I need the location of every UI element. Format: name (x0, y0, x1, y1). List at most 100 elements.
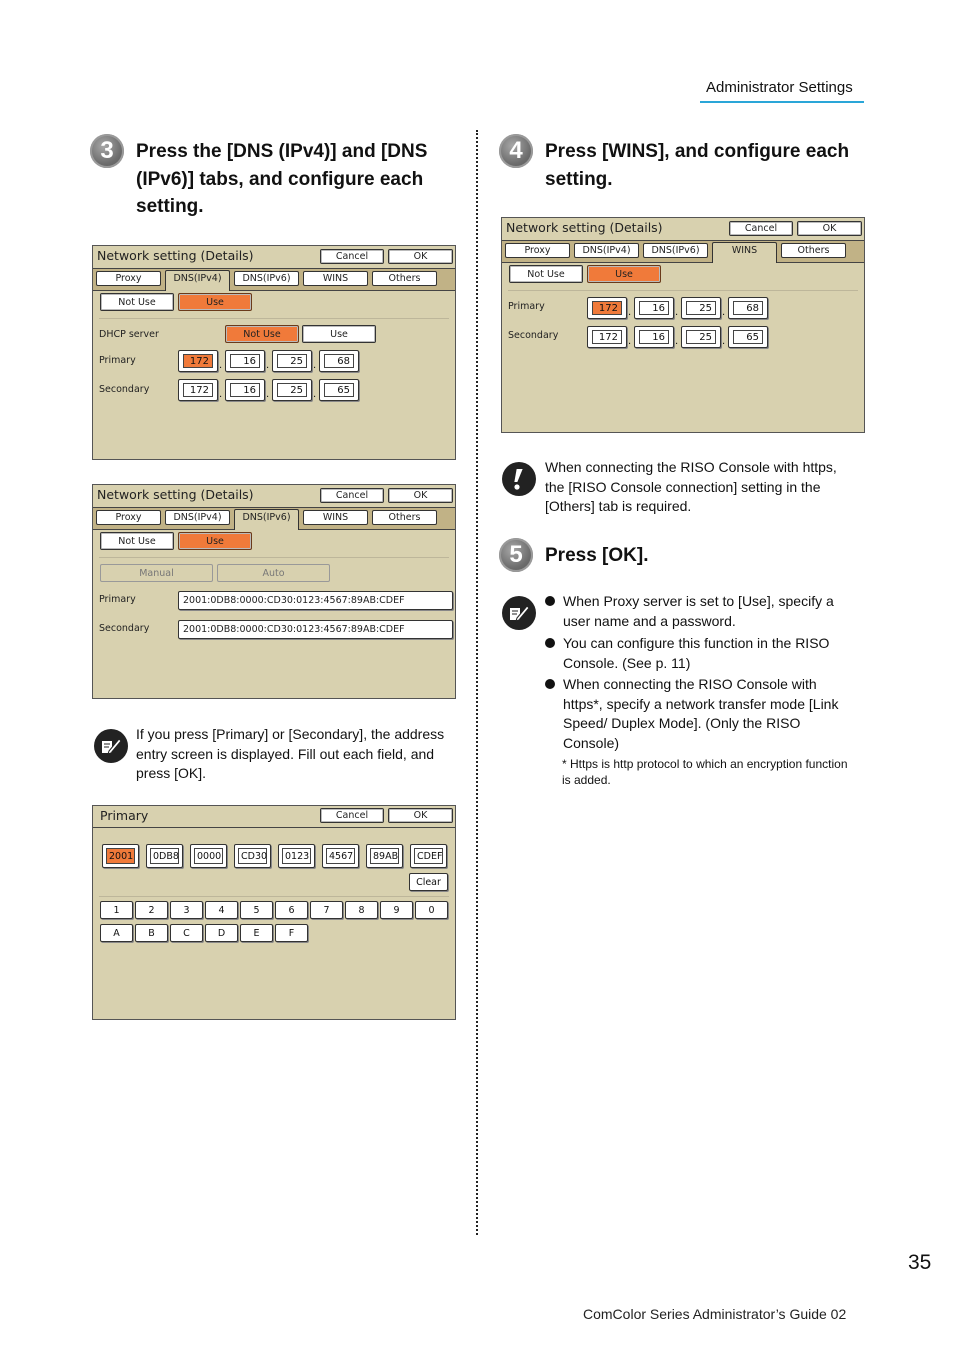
tab-dns-ipv4[interactable]: DNS(IPv4) (165, 510, 230, 525)
segment-4[interactable]: CD30 (234, 844, 271, 868)
key-c[interactable]: C (170, 924, 203, 942)
secondary-octet-2[interactable]: 16 (225, 379, 265, 401)
use-button[interactable]: Use (587, 265, 661, 283)
step-3-title: Press the [DNS (IPv4)] and [DNS (IPv6)] … (136, 141, 428, 217)
dhcp-server-label: DHCP server (99, 329, 159, 340)
primary-octet-2[interactable]: 16 (634, 297, 674, 319)
column-divider (476, 130, 478, 1235)
cancel-button[interactable]: Cancel (320, 808, 384, 823)
secondary-label[interactable]: Secondary (99, 623, 149, 634)
primary-octet-3[interactable]: 25 (681, 297, 721, 319)
key-8[interactable]: 8 (345, 901, 378, 919)
title-separator (93, 827, 455, 828)
tab-others[interactable]: Others (372, 271, 437, 286)
not-use-button[interactable]: Not Use (100, 532, 174, 550)
key-2[interactable]: 2 (135, 901, 168, 919)
use-button[interactable]: Use (178, 532, 252, 550)
not-use-button[interactable]: Not Use (100, 293, 174, 311)
step-5-title: Press [OK]. (545, 545, 649, 566)
page-number: 35 (908, 1251, 932, 1274)
tab-others[interactable]: Others (781, 243, 846, 258)
not-use-button[interactable]: Not Use (509, 265, 583, 283)
secondary-label[interactable]: Secondary (508, 330, 558, 341)
bullet-icon (545, 596, 555, 606)
bullet-icon (545, 638, 555, 648)
network-setting-dns-ipv6-panel: Network setting (Details) Cancel OK Prox… (92, 484, 456, 699)
manual-button[interactable]: Manual (100, 564, 213, 582)
secondary-octet-1[interactable]: 172 (178, 379, 218, 401)
section-header: Administrator Settings (706, 79, 853, 96)
ok-button[interactable]: OK (797, 221, 862, 236)
tab-others[interactable]: Others (372, 510, 437, 525)
primary-octet-3[interactable]: 25 (272, 350, 312, 372)
key-3[interactable]: 3 (170, 901, 203, 919)
tab-proxy[interactable]: Proxy (96, 271, 161, 286)
primary-label[interactable]: Primary (99, 594, 136, 605)
key-5[interactable]: 5 (240, 901, 273, 919)
panel-title: Network setting (Details) (97, 487, 254, 502)
primary-octet-4[interactable]: 68 (319, 350, 359, 372)
tab-dns-ipv4[interactable]: DNS(IPv4) (574, 243, 639, 258)
tab-dns-ipv4[interactable]: DNS(IPv4) (165, 270, 230, 291)
secondary-label[interactable]: Secondary (99, 384, 149, 395)
key-9[interactable]: 9 (380, 901, 413, 919)
ok-button[interactable]: OK (388, 808, 453, 823)
tab-dns-ipv6[interactable]: DNS(IPv6) (643, 243, 708, 258)
segment-1[interactable]: 2001 (102, 844, 139, 868)
dhcp-not-use-button[interactable]: Not Use (225, 325, 299, 343)
secondary-octet-3[interactable]: 25 (272, 379, 312, 401)
key-7[interactable]: 7 (310, 901, 343, 919)
secondary-octet-4[interactable]: 65 (728, 326, 768, 348)
segment-8[interactable]: CDEF (410, 844, 447, 868)
secondary-octet-3[interactable]: 25 (681, 326, 721, 348)
footer-text: ComColor Series Administrator’s Guide 02 (583, 1306, 847, 1322)
primary-label[interactable]: Primary (99, 355, 136, 366)
segment-5[interactable]: 0123 (278, 844, 315, 868)
primary-octet-2[interactable]: 16 (225, 350, 265, 372)
tab-bar: Proxy DNS(IPv4) DNS(IPv6) WINS Others (502, 240, 864, 263)
key-0[interactable]: 0 (415, 901, 448, 919)
primary-octet-1[interactable]: 172 (587, 297, 627, 319)
key-4[interactable]: 4 (205, 901, 238, 919)
ok-button[interactable]: OK (388, 488, 453, 503)
use-button[interactable]: Use (178, 293, 252, 311)
secondary-octet-1[interactable]: 172 (587, 326, 627, 348)
cancel-button[interactable]: Cancel (320, 249, 384, 264)
tab-dns-ipv6[interactable]: DNS(IPv6) (234, 271, 299, 286)
primary-label[interactable]: Primary (508, 301, 545, 312)
tab-proxy[interactable]: Proxy (96, 510, 161, 525)
key-a[interactable]: A (100, 924, 133, 942)
separator (99, 896, 449, 897)
primary-octet-1[interactable]: 172 (178, 350, 218, 372)
key-6[interactable]: 6 (275, 901, 308, 919)
segment-7[interactable]: 89AB (366, 844, 403, 868)
step-4-title: Press [WINS], and configure each setting… (545, 141, 850, 190)
tab-proxy[interactable]: Proxy (505, 243, 570, 258)
secondary-octet-2[interactable]: 16 (634, 326, 674, 348)
key-f[interactable]: F (275, 924, 308, 942)
key-e[interactable]: E (240, 924, 273, 942)
clear-button[interactable]: Clear (409, 873, 448, 891)
auto-button[interactable]: Auto (217, 564, 330, 582)
tab-wins[interactable]: WINS (303, 271, 368, 286)
segment-6[interactable]: 4567 (322, 844, 359, 868)
tab-wins[interactable]: WINS (303, 510, 368, 525)
tab-wins[interactable]: WINS (712, 242, 777, 263)
panel-title: Network setting (Details) (506, 220, 663, 235)
network-setting-dns-ipv4-panel: Network setting (Details) Cancel OK Prox… (92, 245, 456, 460)
primary-ipv6-field[interactable]: 2001:0DB8:0000:CD30:0123:4567:89AB:CDEF (178, 591, 453, 610)
key-d[interactable]: D (205, 924, 238, 942)
dhcp-use-button[interactable]: Use (302, 325, 376, 343)
key-1[interactable]: 1 (100, 901, 133, 919)
primary-octet-4[interactable]: 68 (728, 297, 768, 319)
segment-2[interactable]: 0DB8 (146, 844, 183, 868)
key-b[interactable]: B (135, 924, 168, 942)
secondary-ipv6-field[interactable]: 2001:0DB8:0000:CD30:0123:4567:89AB:CDEF (178, 620, 453, 639)
segment-3[interactable]: 0000 (190, 844, 227, 868)
cancel-button[interactable]: Cancel (729, 221, 793, 236)
step-5-badge: 5 (499, 538, 533, 572)
secondary-octet-4[interactable]: 65 (319, 379, 359, 401)
cancel-button[interactable]: Cancel (320, 488, 384, 503)
ok-button[interactable]: OK (388, 249, 453, 264)
tab-dns-ipv6[interactable]: DNS(IPv6) (234, 509, 299, 530)
